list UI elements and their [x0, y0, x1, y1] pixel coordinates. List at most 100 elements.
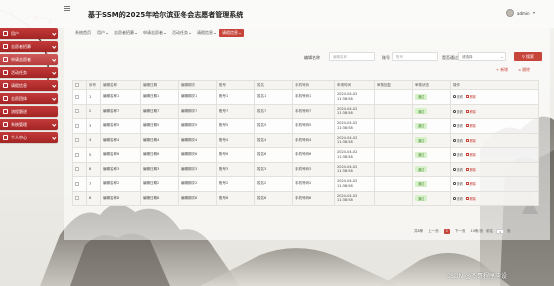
row-select-cell [72, 147, 87, 163]
pagination-next[interactable]: 下一页 [453, 228, 468, 234]
view-icon [453, 182, 456, 186]
table-cell: 编辑名称8 [100, 190, 141, 206]
sidebar-item-0[interactable]: 用户 [0, 28, 58, 39]
sidebar-item-5[interactable]: 志愿团体 [0, 93, 58, 104]
delete-button[interactable]: × 删除 [518, 67, 530, 73]
table-cell: 编辑日期5 [140, 118, 179, 134]
table-cell: 编辑日期2 [140, 176, 179, 192]
nav-tabs: 系统首页 用户 志愿者招募 申请志愿者 活动任务 请假信息 请假信息 [72, 28, 244, 38]
delete-row-label: 删除 [469, 138, 476, 143]
table-row: 3 编辑名称5 编辑日期5 编辑期次5 账号5 姓名5 手机号码5 2024-04-02 11… [72, 118, 539, 134]
row-actions: 查看 删除 [450, 118, 539, 134]
row-checkbox[interactable] [75, 152, 79, 157]
sidebar: 用户志愿者招募申请志愿者活动任务请假信息志愿团体流程跟进系统管理个人中心 [0, 28, 58, 145]
table-cell: 1 [86, 89, 101, 105]
pagination-goto-input[interactable]: 1 [496, 228, 505, 234]
sidebar-item-6[interactable]: 流程跟进 [0, 106, 58, 117]
delete-row-button[interactable]: 删除 [465, 152, 476, 157]
tab-2[interactable]: 志愿者招募 [111, 29, 140, 37]
view-button-label: 查看 [456, 124, 463, 129]
view-button[interactable]: 查看 [453, 181, 463, 186]
sidebar-item-8[interactable]: 个人中心 [0, 132, 58, 143]
tab-1[interactable]: 用户 [94, 29, 111, 37]
table-cell: 手机号码6 [292, 147, 335, 163]
delete-row-label: 删除 [469, 182, 476, 187]
view-button[interactable]: 查看 [453, 167, 463, 172]
apply-time: 2024-04-02 11:38:58 [337, 179, 358, 188]
table-cell: 账号2 [216, 176, 255, 192]
search-account-input[interactable]: 账号 [392, 52, 438, 61]
row-checkbox[interactable] [75, 196, 79, 201]
view-button[interactable]: 查看 [453, 123, 463, 128]
chevron-down-icon [51, 57, 56, 62]
view-button[interactable]: 查看 [453, 109, 463, 114]
table-row: 6 编辑名称3 编辑日期3 编辑期次3 账号3 姓名3 手机号码3 2024-04-02 11… [72, 161, 539, 177]
sidebar-item-7[interactable]: 系统管理 [0, 119, 58, 130]
search-pass-select[interactable]: 请选择 [458, 52, 506, 61]
search-name-input[interactable]: 编辑名称 [329, 52, 375, 61]
delete-row-button[interactable]: 删除 [465, 138, 476, 143]
delete-row-button[interactable]: 删除 [465, 123, 476, 128]
tab-0[interactable]: 系统首页 [72, 29, 94, 37]
tab-3[interactable]: 申请志愿者 [140, 29, 169, 37]
row-select-cell [72, 118, 87, 134]
apply-time: 2024-04-02 11:38:58 [337, 106, 358, 116]
view-button[interactable]: 查看 [453, 152, 463, 157]
sidebar-item-2[interactable]: 申请志愿者 [0, 54, 58, 65]
pagination-prev[interactable]: 上一页 [426, 228, 441, 234]
search-button[interactable]: ⚲ 搜索 [514, 52, 542, 61]
add-button[interactable]: + 新增 [496, 67, 508, 73]
table-cell: 手机号码3 [292, 161, 335, 177]
delete-row-button[interactable]: 删除 [465, 181, 476, 187]
search-icon: ⚲ [522, 54, 525, 59]
pagination-current-page[interactable]: 1 [443, 228, 450, 234]
row-checkbox[interactable] [75, 181, 79, 186]
delete-row-button[interactable]: 删除 [465, 94, 476, 99]
tab-5[interactable]: 请假信息 [194, 29, 219, 37]
table-cell: 编辑日期8 [140, 190, 179, 206]
select-all-checkbox[interactable] [75, 83, 79, 87]
sidebar-item-label: 申请志愿者 [11, 56, 31, 62]
view-button[interactable]: 查看 [453, 196, 463, 201]
table-cell: 姓名1 [254, 89, 293, 105]
column-header: 申请时间 [334, 80, 375, 90]
chevron-down-icon [51, 122, 56, 127]
chevron-down-icon [164, 32, 166, 34]
sidebar-item-4[interactable]: 请假信息 [0, 80, 58, 91]
table-cell: 通过 [412, 176, 451, 192]
pagination-page-unit: 页 [507, 228, 511, 233]
tab-4[interactable]: 活动任务 [169, 29, 194, 37]
watermark: CSDN @杰哥程序毕设 [446, 273, 508, 280]
delete-row-button[interactable]: 删除 [465, 196, 476, 201]
menu-toggle-icon[interactable] [64, 6, 70, 12]
table-cell: 姓名2 [254, 176, 293, 192]
sidebar-item-3[interactable]: 活动任务 [0, 67, 58, 78]
table-cell: 账号3 [216, 161, 255, 177]
row-checkbox[interactable] [75, 138, 79, 143]
task-icon [3, 70, 8, 75]
tab-6[interactable]: 请假信息 [219, 29, 244, 37]
table-cell: 编辑期次5 [178, 118, 217, 134]
row-checkbox[interactable] [75, 94, 79, 99]
column-header[interactable] [72, 80, 87, 90]
chevron-down-icon [51, 135, 56, 140]
sidebar-item-1[interactable]: 志愿者招募 [0, 41, 58, 52]
table-cell: 手机号码7 [292, 103, 335, 119]
pagination-page-size[interactable]: 10条/页 [470, 229, 483, 234]
user-menu[interactable]: admin [506, 9, 535, 17]
row-checkbox[interactable] [75, 123, 79, 128]
view-button-label: 查看 [456, 153, 463, 158]
row-checkbox[interactable] [75, 109, 79, 114]
delete-row-button[interactable]: 删除 [465, 167, 476, 172]
sidebar-item-label: 个人中心 [11, 134, 27, 140]
view-button[interactable]: 查看 [453, 138, 463, 143]
view-icon [453, 138, 456, 142]
table-cell: 姓名7 [254, 103, 293, 119]
view-button-label: 查看 [456, 138, 463, 143]
chevron-down-icon [501, 56, 503, 58]
row-select-cell [72, 132, 87, 148]
view-button[interactable]: 查看 [453, 94, 463, 99]
delete-row-button[interactable]: 删除 [465, 109, 476, 114]
row-checkbox[interactable] [75, 167, 79, 172]
table-cell: 通过 [412, 190, 451, 206]
